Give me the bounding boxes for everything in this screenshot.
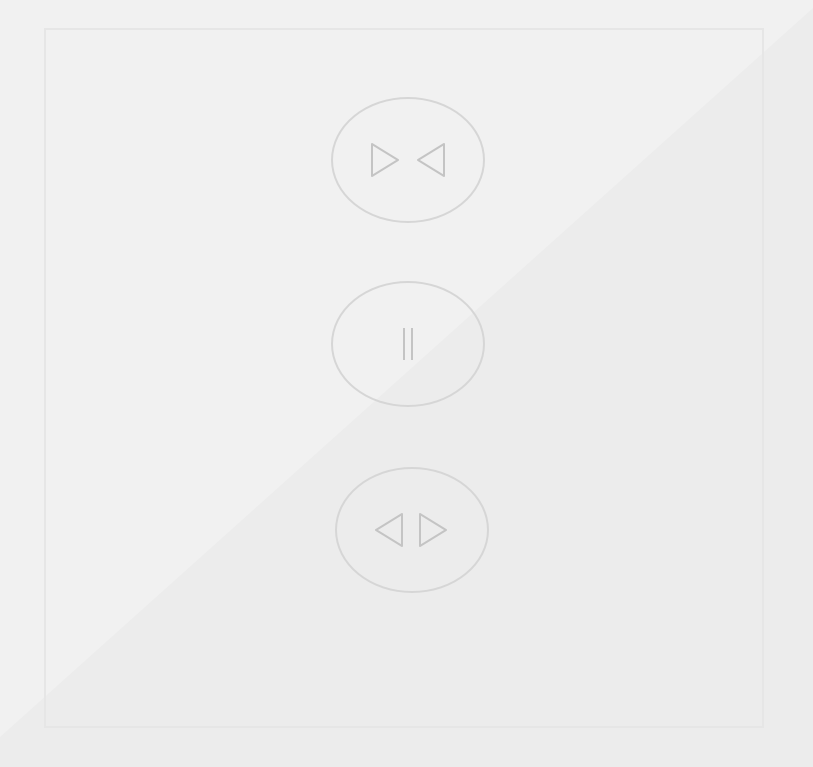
close-curtain-button[interactable] <box>331 97 485 223</box>
pause-icon <box>403 328 413 360</box>
curtain-open-icon <box>375 513 447 547</box>
curtain-switch-screen <box>0 0 813 767</box>
open-curtain-button[interactable] <box>335 467 489 593</box>
curtain-close-icon <box>371 143 445 177</box>
pause-button[interactable] <box>331 281 485 407</box>
